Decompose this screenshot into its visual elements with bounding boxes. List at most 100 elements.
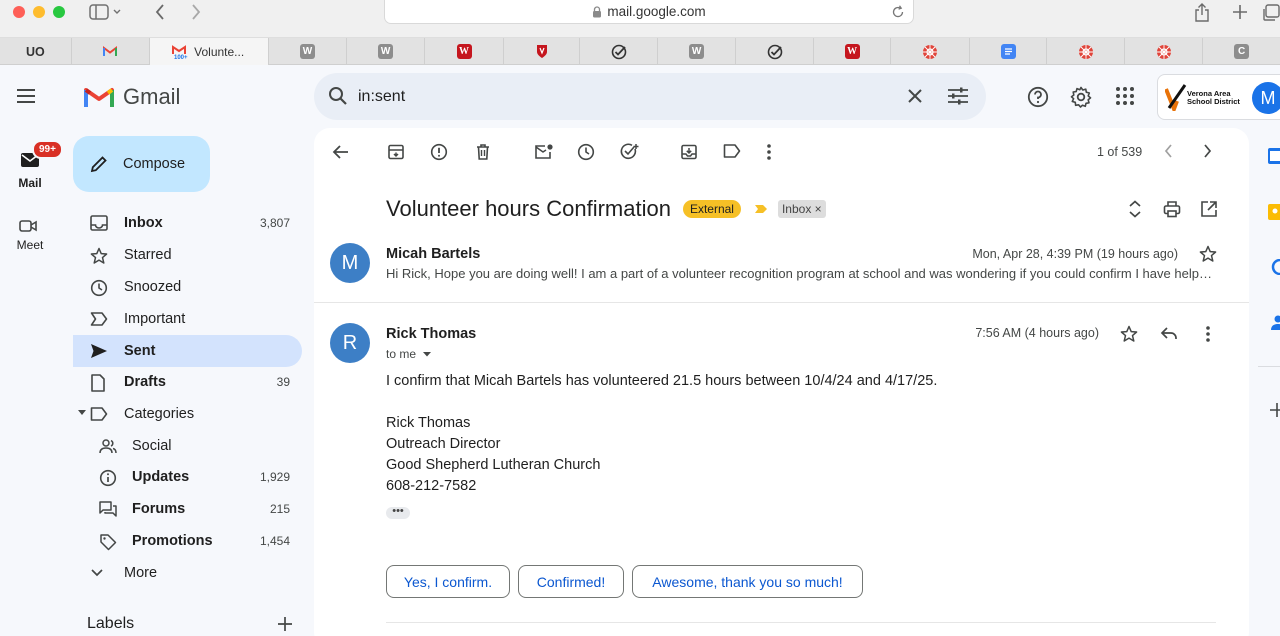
label-icon[interactable] [723, 143, 741, 159]
importance-marker-icon[interactable] [754, 204, 768, 214]
zoom-window-button[interactable] [53, 6, 65, 18]
account-avatar[interactable]: M [1252, 82, 1280, 114]
get-addons-plus-icon[interactable] [1270, 403, 1280, 417]
older-chevron-icon[interactable] [1203, 143, 1213, 159]
nav-social[interactable]: Social [73, 430, 302, 462]
move-to-icon[interactable] [680, 143, 698, 161]
print-icon[interactable] [1163, 200, 1181, 218]
nav-snoozed[interactable]: Snoozed [73, 271, 302, 303]
search-input[interactable] [358, 85, 878, 108]
app-rail: 99+ Mail Meet [0, 66, 63, 636]
settings-gear-icon[interactable] [1070, 86, 1092, 108]
nav-forums[interactable]: Forums 215 [73, 493, 302, 525]
tab-w[interactable]: W [269, 38, 347, 65]
forward-icon[interactable] [184, 1, 208, 23]
nav-sent[interactable]: Sent [73, 335, 302, 367]
show-trimmed-content-button[interactable]: ••• [386, 506, 410, 519]
sender-name[interactable]: Rick Thomas [386, 326, 476, 342]
star-message-icon[interactable] [1199, 245, 1217, 263]
tab-w[interactable]: W [658, 38, 737, 65]
back-icon[interactable] [148, 1, 172, 23]
main-menu-icon[interactable] [16, 88, 36, 104]
address-bar[interactable]: mail.google.com [384, 0, 914, 24]
nav-drafts[interactable]: Drafts 39 [73, 366, 302, 398]
tab-volunteer[interactable]: 100+ Volunte... [150, 38, 270, 65]
sidebar-toggle-icon[interactable] [88, 1, 124, 23]
delete-icon[interactable] [474, 143, 492, 161]
contacts-icon[interactable] [1268, 314, 1280, 330]
add-to-tasks-icon[interactable] [620, 143, 640, 161]
open-new-window-icon[interactable] [1200, 200, 1218, 218]
back-to-list-icon[interactable] [332, 143, 350, 161]
tab-c[interactable]: C [1203, 38, 1280, 65]
snooze-icon[interactable] [577, 143, 595, 161]
caret-down-icon[interactable] [78, 410, 86, 416]
url-text: mail.google.com [607, 4, 706, 19]
tab-red-wheel[interactable] [891, 38, 970, 65]
close-window-button[interactable] [13, 6, 25, 18]
tasks-icon[interactable] [1268, 259, 1280, 275]
nav-more[interactable]: More [73, 557, 302, 589]
nav-starred[interactable]: Starred [73, 239, 302, 271]
calendar-icon[interactable] [1268, 148, 1280, 164]
tab-check[interactable] [736, 38, 814, 65]
signature-line: Outreach Director [386, 436, 501, 452]
search-options-icon[interactable] [947, 86, 969, 106]
search-icon[interactable] [328, 86, 348, 106]
tab-check[interactable] [580, 38, 658, 65]
tab-red-wheel[interactable] [1047, 38, 1125, 65]
nav-label: Categories [124, 406, 195, 422]
sender-name[interactable]: Micah Bartels [386, 246, 480, 262]
minimize-window-button[interactable] [33, 6, 45, 18]
clear-search-icon[interactable] [905, 86, 925, 106]
caret-down-icon [423, 352, 432, 357]
reload-icon[interactable] [891, 5, 905, 19]
compose-button[interactable]: Compose [73, 136, 210, 192]
rail-mail-button[interactable]: 99+ Mail [6, 140, 63, 190]
mark-unread-icon[interactable] [534, 143, 554, 161]
help-icon[interactable] [1027, 86, 1049, 108]
more-options-icon[interactable] [766, 143, 772, 161]
newer-chevron-icon[interactable] [1163, 143, 1173, 159]
expand-all-icon[interactable] [1128, 200, 1142, 218]
external-label-chip[interactable]: External [682, 200, 741, 218]
smart-reply-button[interactable]: Confirmed! [518, 565, 624, 598]
rail-meet-button[interactable]: Meet [6, 216, 54, 252]
tab-w[interactable]: W [347, 38, 426, 65]
add-label-icon[interactable] [277, 616, 293, 632]
apps-grid-icon[interactable] [1115, 86, 1135, 106]
message-date: 7:56 AM (4 hours ago) [975, 326, 1099, 340]
tab-doc[interactable] [970, 38, 1048, 65]
inbox-label-chip[interactable]: Inbox × [777, 200, 826, 218]
signature-line: Rick Thomas [386, 415, 471, 431]
nav-categories[interactable]: Categories [73, 398, 302, 430]
nav-inbox[interactable]: Inbox 3,807 [73, 207, 302, 239]
gmail-logo[interactable]: Gmail [84, 84, 180, 110]
tab-crest[interactable] [504, 38, 581, 65]
keep-icon[interactable] [1268, 204, 1280, 220]
nav-important[interactable]: Important [73, 303, 302, 335]
tab-red-wheel[interactable] [1125, 38, 1204, 65]
sender-avatar[interactable]: R [330, 323, 370, 363]
report-spam-icon[interactable] [430, 143, 448, 161]
organization-name: Verona Area School District [1187, 90, 1240, 106]
smart-reply-button[interactable]: Awesome, thank you so much! [632, 565, 863, 598]
w-favicon-icon: W [378, 44, 394, 59]
new-tab-icon[interactable] [1228, 1, 1252, 23]
star-message-icon[interactable] [1120, 325, 1138, 343]
message-more-icon[interactable] [1205, 325, 1211, 343]
sender-avatar[interactable]: M [330, 243, 370, 283]
reply-icon[interactable] [1160, 325, 1178, 341]
nav-promotions[interactable]: Promotions 1,454 [73, 525, 302, 557]
nav-updates[interactable]: Updates 1,929 [73, 461, 302, 493]
tab-overview-icon[interactable] [1263, 1, 1280, 23]
tab-uo[interactable]: UO [0, 38, 72, 65]
message-snippet[interactable]: Hi Rick, Hope you are doing well! I am a… [386, 266, 1216, 281]
tab-gmail[interactable] [72, 38, 151, 65]
archive-icon[interactable] [387, 143, 405, 161]
smart-reply-button[interactable]: Yes, I confirm. [386, 565, 510, 598]
tab-w-red[interactable]: W [425, 38, 504, 65]
share-icon[interactable] [1190, 1, 1214, 23]
recipient-details[interactable]: to me [386, 347, 432, 361]
tab-w-red[interactable]: W [814, 38, 892, 65]
